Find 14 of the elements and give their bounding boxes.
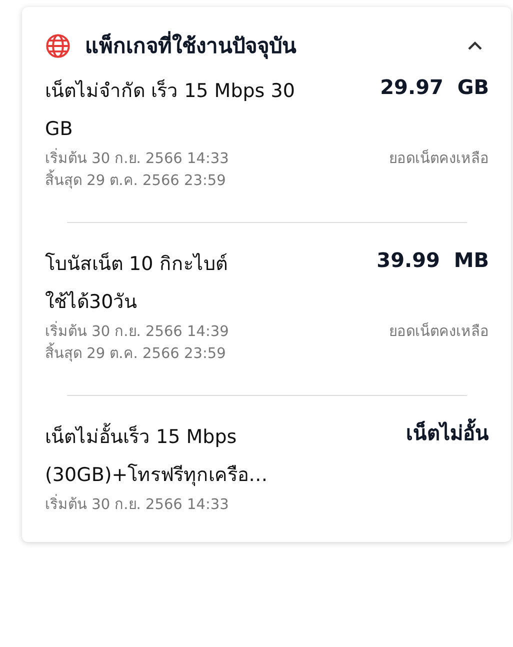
package-name: เน็ตไม่อั้นเร็ว 15 Mbps (30GB)+โทรฟรีทุกเครือ… <box>45 418 268 494</box>
globe-icon <box>45 32 71 58</box>
package-dates: เริ่มต้น 30 ก.ย. 2566 14:33 สิ้นสุด 29 ต.ค. 2566 23:59 <box>45 148 229 192</box>
balance-label: ยอดเน็ตคงเหลือ <box>389 148 489 169</box>
data-balance: เน็ตไม่อั้น <box>406 418 489 448</box>
data-balance: 39.99 MB <box>376 247 489 274</box>
package-dates: เริ่มต้น 30 ก.ย. 2566 14:39 สิ้นสุด 29 ต.ค. 2566 23:59 <box>45 321 229 365</box>
chevron-icon <box>467 40 483 50</box>
package-name: โบนัสเน็ต 10 กิกะไบต์ ใช้ได้30วัน <box>45 251 228 315</box>
package-dates: เริ่มต้น 30 ก.ย. 2566 14:33 <box>45 494 229 516</box>
package-name: เน็ตไม่จำกัด เร็ว 15 Mbps 30 GB <box>45 78 295 142</box>
section-title: แพ็กเกจที่ใช้งานปัจจุบัน <box>85 29 447 62</box>
balance-label: ยอดเน็ตคงเหลือ <box>389 321 489 342</box>
data-balance: 29.97 GB <box>380 74 489 101</box>
